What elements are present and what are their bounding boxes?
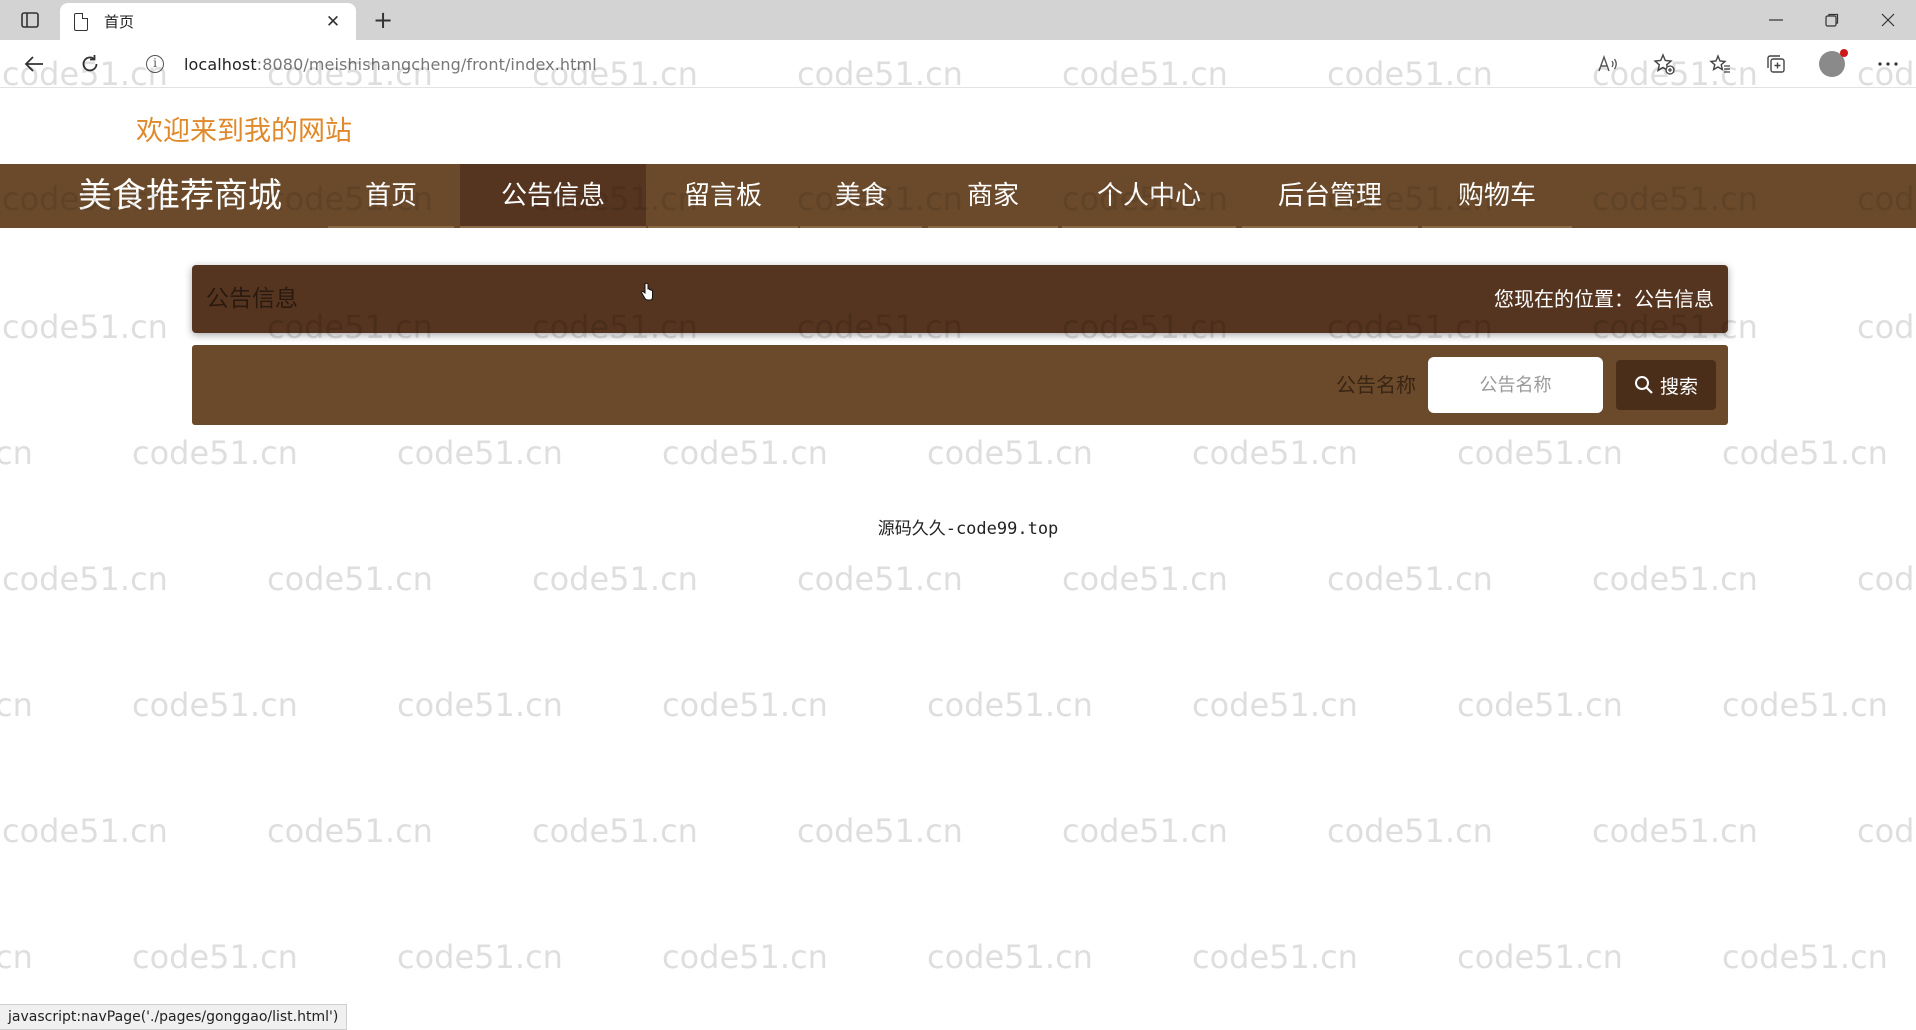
search-button[interactable]: 搜索	[1616, 360, 1716, 410]
close-window-icon[interactable]	[1860, 0, 1916, 40]
tab-close-icon[interactable]: ✕	[322, 11, 344, 33]
page-viewport: 欢迎来到我的网站 美食推荐商城 首页 公告信息 留言板 美食 商家 个人中心 后…	[0, 89, 1916, 1030]
browser-tab-strip: 首页 ✕ +	[0, 0, 1916, 40]
nav-item-announcements[interactable]: 公告信息	[460, 164, 646, 228]
nav-item-home[interactable]: 首页	[328, 164, 454, 228]
nav-item-cart[interactable]: 购物车	[1422, 164, 1572, 228]
status-bar-url: javascript:navPage('./pages/gonggao/list…	[0, 1004, 348, 1030]
nav-item-food[interactable]: 美食	[800, 164, 922, 228]
collections-icon[interactable]	[1748, 46, 1804, 82]
refresh-icon[interactable]	[72, 48, 108, 80]
more-options-icon[interactable]	[1860, 46, 1916, 82]
sidebar-toggle-icon[interactable]	[14, 7, 46, 33]
back-arrow-icon[interactable]	[16, 48, 52, 80]
profile-avatar[interactable]	[1804, 46, 1860, 82]
url-field[interactable]: i localhost:8080/meishishangcheng/front/…	[130, 46, 1650, 82]
breadcrumb-location: 您现在的位置：公告信息	[1494, 287, 1714, 311]
avatar	[1819, 49, 1848, 77]
search-bar: 公告名称 搜索	[192, 345, 1728, 425]
read-aloud-icon[interactable]	[1580, 46, 1636, 82]
hand-cursor-icon	[640, 283, 653, 301]
url-text: localhost:8080/meishishangcheng/front/in…	[184, 55, 597, 74]
browser-tab[interactable]: 首页 ✕	[60, 3, 356, 40]
address-bar: i localhost:8080/meishishangcheng/front/…	[0, 40, 1916, 88]
site-brand[interactable]: 美食推荐商城	[78, 164, 282, 228]
nav-item-admin[interactable]: 后台管理	[1242, 164, 1418, 228]
favorite-star-icon[interactable]	[1636, 46, 1692, 82]
favorites-icon[interactable]	[1692, 46, 1748, 82]
nav-item-merchants[interactable]: 商家	[928, 164, 1058, 228]
nav-item-message-board[interactable]: 留言板	[648, 164, 798, 228]
search-input[interactable]	[1428, 357, 1603, 413]
nav-item-personal-center[interactable]: 个人中心	[1062, 164, 1236, 228]
url-path: :8080/meishishangcheng/front/index.html	[256, 54, 597, 74]
breadcrumb: 公告信息 您现在的位置：公告信息	[192, 265, 1728, 333]
search-button-label: 搜索	[1659, 375, 1698, 398]
new-tab-button[interactable]: +	[368, 6, 398, 34]
footer-text: 源码久久-code99.top	[877, 519, 1059, 539]
restore-icon[interactable]	[1804, 0, 1860, 40]
minimize-icon[interactable]	[1748, 0, 1804, 40]
site-info-icon[interactable]: i	[146, 55, 164, 73]
page-title: 公告信息	[206, 286, 298, 312]
browser-toolbar	[1580, 46, 1916, 82]
search-icon	[1634, 376, 1653, 394]
welcome-text: 欢迎来到我的网站	[136, 116, 352, 147]
main-navbar: 美食推荐商城 首页 公告信息 留言板 美食 商家 个人中心 后台管理 购物车	[0, 164, 1916, 228]
search-label: 公告名称	[1336, 373, 1416, 397]
window-controls	[1748, 0, 1916, 40]
url-host: localhost	[184, 54, 257, 74]
tab-title: 首页	[104, 13, 135, 31]
page-icon	[74, 12, 88, 31]
